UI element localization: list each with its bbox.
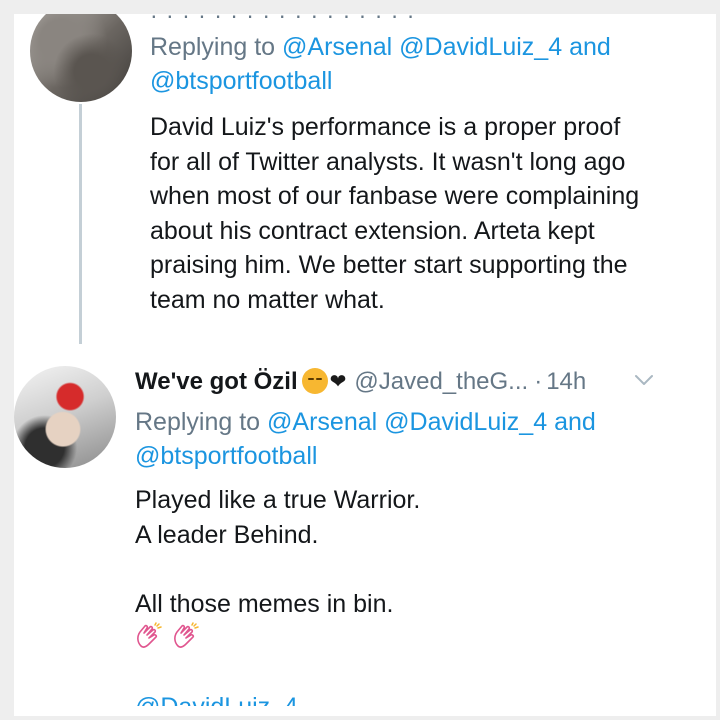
clapping-hands-icon bbox=[174, 622, 200, 648]
mention-link[interactable]: @DavidLuiz_4 bbox=[399, 33, 562, 61]
screenshot-border bbox=[0, 716, 720, 720]
screenshot-border bbox=[0, 0, 720, 14]
tweet-thread: · · · · · · · · · · · · · · · · · Replyi… bbox=[0, 0, 720, 720]
mention-link[interactable]: @Arsenal bbox=[282, 33, 392, 61]
clapping-hands-icon bbox=[137, 622, 162, 648]
mention-link[interactable]: @DavidLuiz_4 bbox=[384, 408, 547, 436]
user-handle[interactable]: @Javed_theG... bbox=[354, 368, 528, 395]
screenshot-border bbox=[0, 0, 14, 720]
mention-link[interactable]: @btsportfootball bbox=[150, 67, 332, 95]
tweet-text-blank-line bbox=[135, 552, 675, 587]
tweet-text-line: team no matter what. bbox=[150, 285, 385, 314]
sleepy-face-emoji-icon bbox=[301, 368, 328, 394]
tweet-text: Played like a true Warrior. A leader Beh… bbox=[135, 483, 675, 621]
replying-to-label: Replying to bbox=[135, 408, 268, 436]
emoji-row bbox=[133, 622, 203, 652]
tweet-text-line: Played like a true Warrior. bbox=[135, 486, 421, 514]
avatar[interactable] bbox=[30, 0, 132, 102]
avatar[interactable] bbox=[14, 366, 116, 468]
tweet-header: We've got Özil ❤ @Javed_theG... · 14h bbox=[135, 364, 695, 400]
screenshot-border bbox=[716, 0, 720, 720]
replying-to-line: Replying to @Arsenal @DavidLuiz_4 and @bt… bbox=[135, 405, 675, 473]
tweet-text-line: David Luiz's performance is a proper pro… bbox=[150, 113, 621, 141]
tweet-text-line: when most of our fanbase were complainin… bbox=[150, 182, 640, 210]
cropped-next-mention[interactable]: @DavidLuiz_4 bbox=[135, 690, 535, 706]
replying-to-label: Replying to bbox=[150, 33, 283, 61]
and-word: and bbox=[554, 408, 596, 436]
timestamp[interactable]: 14h bbox=[546, 368, 586, 395]
and-word: and bbox=[569, 33, 611, 61]
tweet-text-line: All those memes in bin. bbox=[135, 589, 394, 618]
black-heart-emoji-icon: ❤ bbox=[329, 371, 347, 393]
tweet-text: David Luiz's performance is a proper pro… bbox=[150, 110, 690, 317]
tweet-text-line: praising him. We better start supporting… bbox=[150, 251, 628, 279]
tweet-text-line: A leader Behind. bbox=[135, 520, 319, 549]
mention-link[interactable]: @Arsenal bbox=[267, 408, 377, 436]
display-name[interactable]: We've got Özil bbox=[135, 368, 298, 395]
mention-link[interactable]: @btsportfootball bbox=[135, 442, 317, 470]
thread-connector-line bbox=[79, 104, 82, 344]
chevron-down-icon[interactable] bbox=[632, 368, 656, 392]
tweet-text-line: for all of Twitter analysts. It wasn't l… bbox=[150, 147, 626, 176]
separator-dot: · bbox=[534, 368, 543, 395]
tweet-text-line: about his contract extension. Arteta kep… bbox=[150, 216, 595, 245]
replying-to-line: Replying to @Arsenal @DavidLuiz_4 and @bt… bbox=[150, 30, 670, 98]
